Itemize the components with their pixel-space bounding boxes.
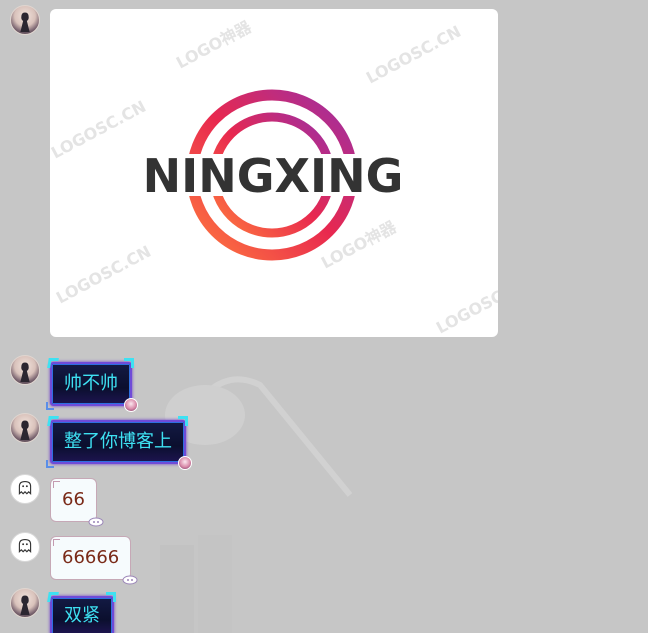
user-avatar[interactable] (10, 413, 40, 443)
background-lamp-decoration (160, 376, 353, 633)
cat-paw-icon (122, 575, 138, 585)
message-bubble[interactable]: 66 (50, 478, 104, 527)
bubble-frame-decoration (46, 402, 54, 410)
watermark-text: LOGOSC.CN (433, 272, 498, 337)
message-text: 66666 (62, 547, 120, 568)
message-text: 双紧 (64, 605, 100, 626)
user-avatar[interactable] (10, 5, 40, 35)
ghost-icon (18, 538, 32, 554)
avatar-figure-icon (20, 362, 30, 383)
message-bubble[interactable]: 整了你博客上 (46, 416, 192, 470)
message-bubble[interactable]: 帅不帅 (46, 358, 138, 412)
ghost-icon (18, 480, 32, 496)
user-avatar[interactable] (10, 588, 40, 618)
cat-paw-icon (88, 517, 104, 527)
bubble-frame-decoration (47, 416, 59, 426)
message-text: 帅不帅 (64, 373, 118, 394)
bubble-frame-decoration (47, 592, 59, 602)
avatar-figure-icon (20, 420, 30, 441)
watermark-text: LOGOSC.CN (50, 97, 149, 163)
message-bubble[interactable]: 双紧 (47, 592, 116, 633)
bubble-frame-decoration (124, 358, 134, 368)
message-bubble[interactable]: 66666 (50, 536, 138, 585)
watermark-text: LOGOSC.CN (363, 22, 464, 88)
bubble-frame-decoration (178, 416, 188, 426)
bubble-frame-decoration (53, 481, 60, 488)
watermark-text: LOGO神器 (173, 17, 255, 73)
user-avatar[interactable] (10, 474, 40, 504)
bubble-character-icon (178, 456, 192, 470)
message-text: 66 (62, 489, 85, 510)
bubble-frame-decoration (53, 539, 60, 546)
message-text: 整了你博客上 (64, 431, 172, 452)
avatar-figure-icon (20, 12, 30, 33)
watermark-text: LOGOSC.CN (53, 242, 154, 308)
bubble-character-icon (124, 398, 138, 412)
avatar-figure-icon (20, 595, 30, 616)
user-avatar[interactable] (10, 355, 40, 385)
bubble-frame-decoration (46, 460, 54, 468)
bubble-frame-decoration (106, 592, 116, 602)
logo-text: NINGXING (143, 149, 404, 203)
user-avatar[interactable] (10, 532, 40, 562)
bubble-frame-decoration (47, 358, 59, 368)
shared-logo-image[interactable]: LOGO神器 LOGOSC.CN LOGOSC.CN LOGO神器 LOGOSC… (50, 9, 498, 337)
